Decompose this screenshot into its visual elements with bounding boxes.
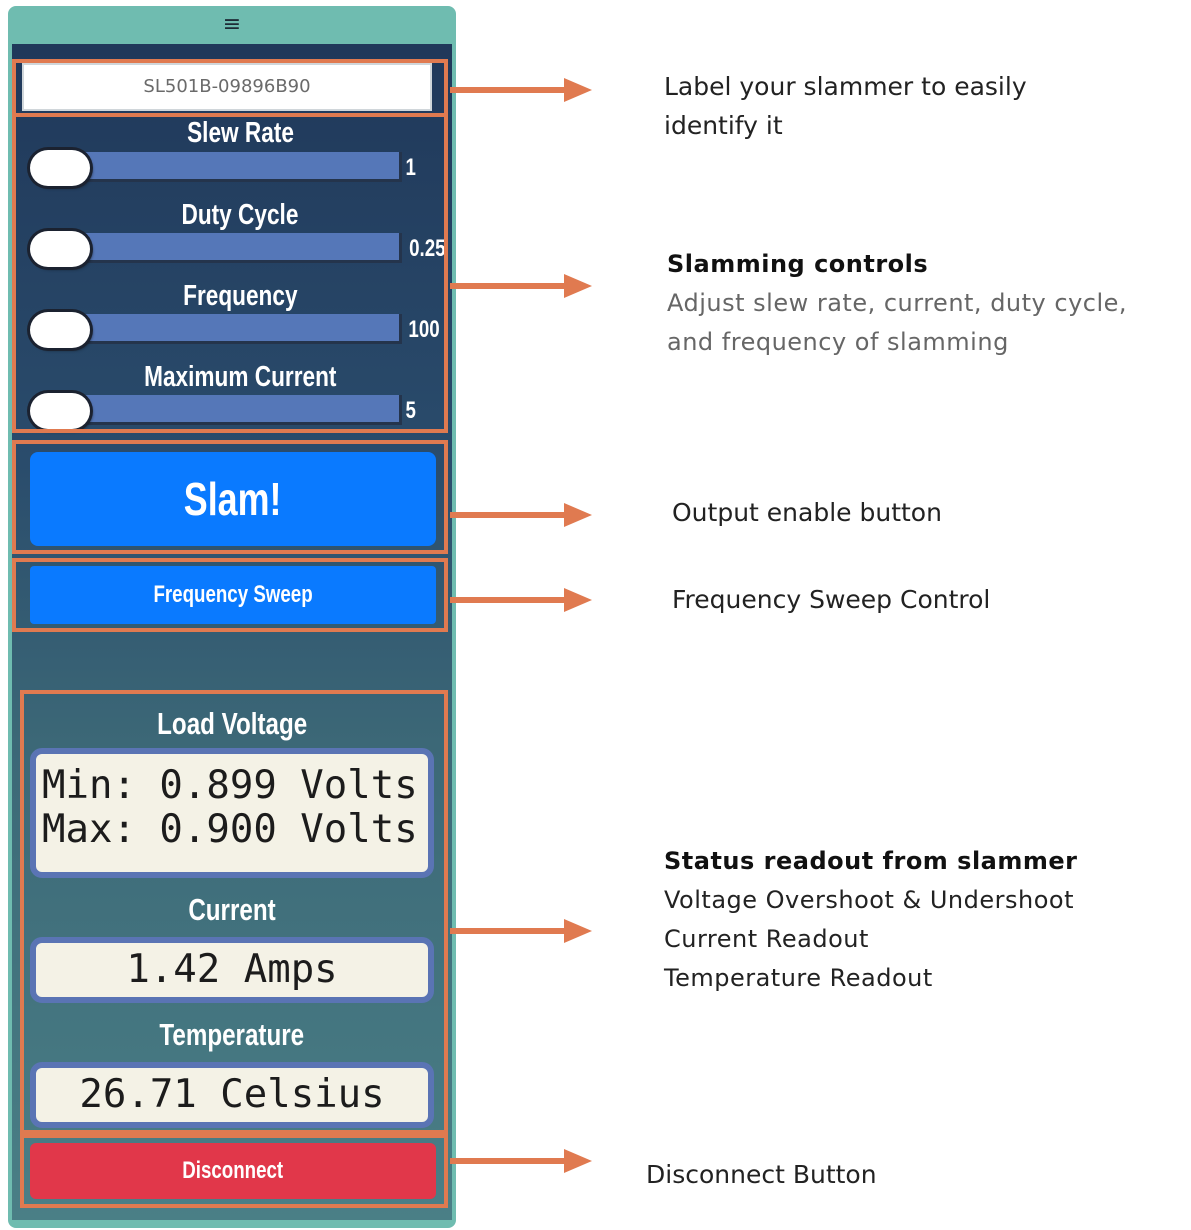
disconnect-highlight-box bbox=[20, 1134, 448, 1208]
slam-highlight-box bbox=[12, 440, 448, 554]
controls-note: Slamming controls Adjust slew rate, curr… bbox=[667, 245, 1127, 362]
status-note: Status readout from slammer Voltage Over… bbox=[664, 842, 1078, 998]
sweep-highlight-box bbox=[12, 558, 448, 632]
slam-arrow bbox=[450, 503, 592, 527]
output-note: Output enable button bbox=[672, 498, 942, 527]
status-highlight-box bbox=[20, 690, 448, 1134]
menu-bar: ≡ bbox=[8, 6, 456, 44]
controls-arrow bbox=[450, 274, 592, 298]
sweep-arrow bbox=[450, 588, 592, 612]
label-highlight-box bbox=[12, 59, 448, 117]
label-note: Label your slammer to easily identify it bbox=[664, 72, 1027, 140]
disconnect-arrow bbox=[450, 1149, 592, 1173]
controls-highlight-box bbox=[12, 113, 448, 433]
disconnect-note: Disconnect Button bbox=[646, 1160, 877, 1189]
controls-title: Slamming controls bbox=[667, 250, 929, 278]
hamburger-menu-icon[interactable]: ≡ bbox=[223, 14, 241, 36]
status-arrow bbox=[450, 919, 592, 943]
status-title: Status readout from slammer bbox=[664, 847, 1078, 875]
sweep-note: Frequency Sweep Control bbox=[672, 585, 991, 614]
label-arrow bbox=[450, 78, 592, 102]
